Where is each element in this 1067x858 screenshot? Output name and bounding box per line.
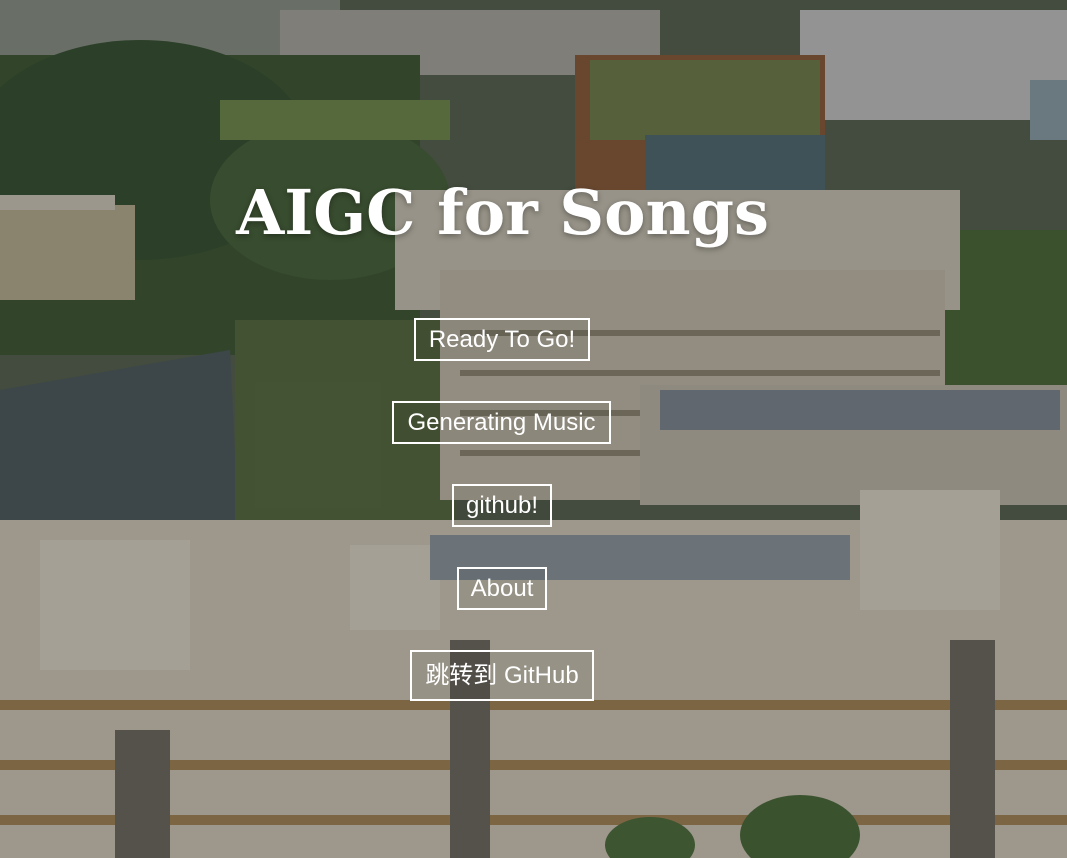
jump-to-github-button[interactable]: 跳转到 GitHub xyxy=(410,650,594,701)
ready-to-go-button[interactable]: Ready To Go! xyxy=(414,318,590,361)
about-button[interactable]: About xyxy=(457,567,547,610)
generating-music-button[interactable]: Generating Music xyxy=(392,401,611,444)
github-button[interactable]: github! xyxy=(452,484,552,527)
hero-section: AIGC for Songs Ready To Go! Generating M… xyxy=(0,0,1067,858)
page-title: AIGC for Songs xyxy=(236,176,769,249)
